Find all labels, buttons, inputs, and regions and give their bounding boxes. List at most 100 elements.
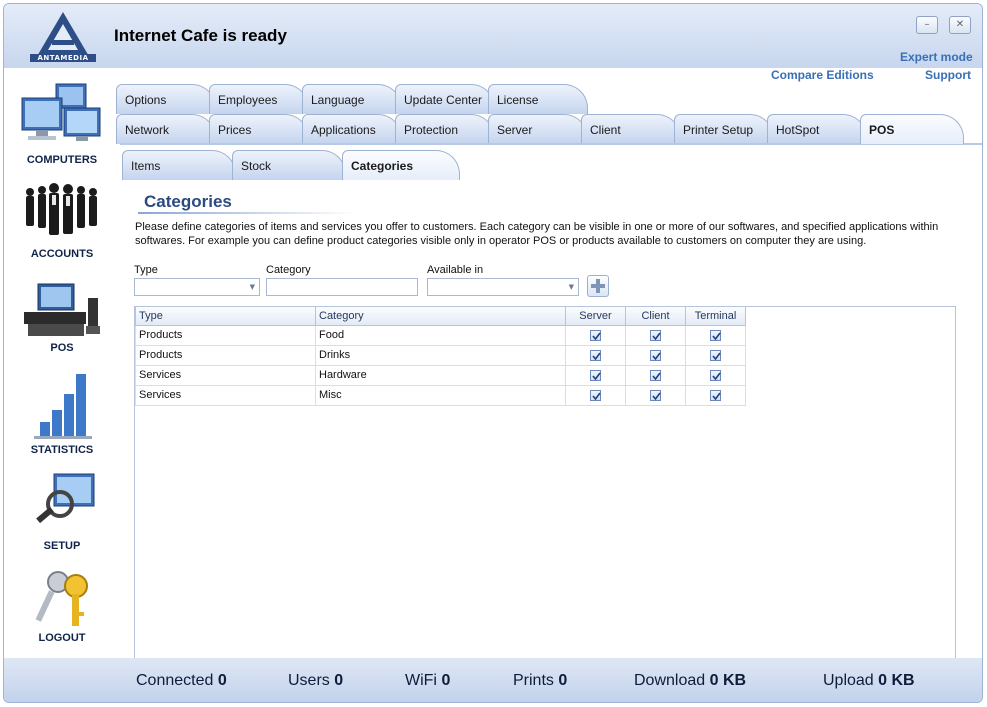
table-row[interactable]: Products Drinks <box>135 344 746 366</box>
check-icon <box>712 372 721 380</box>
available-in-dropdown[interactable]: ▼ <box>427 278 579 296</box>
sidebar-item-pos[interactable]: POS <box>4 282 120 354</box>
cell-client <box>625 384 686 406</box>
tab-client[interactable]: Client <box>581 114 681 144</box>
support-link[interactable]: Support <box>925 68 971 82</box>
sidebar-label-setup: SETUP <box>43 540 81 552</box>
server-checkbox[interactable] <box>590 389 601 401</box>
client-checkbox[interactable] <box>650 349 661 361</box>
subtab-items[interactable]: Items <box>122 150 236 180</box>
check-icon <box>592 372 601 380</box>
status-download-value: 0 KB <box>709 672 747 689</box>
app-window: ANTAMEDIA Internet Cafe is ready – ✕ Exp… <box>3 3 983 703</box>
tab-row-divider <box>120 143 982 145</box>
server-checkbox[interactable] <box>590 369 601 381</box>
table-row[interactable]: Services Hardware <box>135 364 746 386</box>
status-upload-value: 0 KB <box>878 672 915 689</box>
chevron-down-icon: ▼ <box>249 283 255 291</box>
subtab-stock[interactable]: Stock <box>232 150 346 180</box>
logo-text: ANTAMEDIA <box>30 54 96 62</box>
tab-protection[interactable]: Protection <box>395 114 495 144</box>
check-icon <box>652 352 661 360</box>
status-upload: Upload 0 KB <box>823 672 915 690</box>
tab-pos[interactable]: POS <box>860 114 964 144</box>
page-description: Please define categories of items and se… <box>135 221 939 247</box>
type-dropdown[interactable]: ▼ <box>134 278 260 296</box>
client-checkbox[interactable] <box>650 329 661 341</box>
plus-icon <box>591 279 605 293</box>
expert-mode-link[interactable]: Expert mode <box>900 50 973 64</box>
subtab-categories[interactable]: Categories <box>342 150 460 180</box>
status-prints-value: 0 <box>558 672 568 689</box>
status-prints-label: Prints <box>513 672 554 689</box>
sidebar-item-computers[interactable]: COMPUTERS <box>4 78 120 166</box>
sidebar: COMPUTERS ACCOUNTS POS STATISTICS SETUP … <box>4 68 120 658</box>
tab-server[interactable]: Server <box>488 114 588 144</box>
sidebar-item-accounts[interactable]: ACCOUNTS <box>4 180 120 260</box>
category-label: Category <box>266 264 311 276</box>
cell-terminal <box>685 364 746 386</box>
column-header-server[interactable]: Server <box>565 307 626 326</box>
terminal-checkbox[interactable] <box>710 329 721 341</box>
table-row[interactable]: Products Food <box>135 324 746 346</box>
categories-panel: Categories Please define categories of i… <box>120 180 982 660</box>
pos-icon <box>24 283 100 336</box>
check-icon <box>652 372 661 380</box>
tab-language[interactable]: Language <box>302 84 402 114</box>
client-checkbox[interactable] <box>650 369 661 381</box>
compare-editions-link[interactable]: Compare Editions <box>771 68 874 82</box>
table-row[interactable]: Services Misc <box>135 384 746 406</box>
available-in-label: Available in <box>427 264 484 276</box>
status-users: Users 0 <box>288 672 343 690</box>
cell-category: Hardware <box>315 364 566 386</box>
tab-hotspot[interactable]: HotSpot <box>767 114 867 144</box>
sidebar-item-logout[interactable]: LOGOUT <box>4 568 120 644</box>
tab-options[interactable]: Options <box>116 84 216 114</box>
check-icon <box>592 352 601 360</box>
tab-printer-setup[interactable]: Printer Setup <box>674 114 774 144</box>
client-checkbox[interactable] <box>650 389 661 401</box>
check-icon <box>592 332 601 340</box>
tab-applications[interactable]: Applications <box>302 114 402 144</box>
server-checkbox[interactable] <box>590 329 601 341</box>
add-category-button[interactable] <box>587 275 609 297</box>
terminal-checkbox[interactable] <box>710 369 721 381</box>
terminal-checkbox[interactable] <box>710 349 721 361</box>
chevron-down-icon: ▼ <box>568 283 574 291</box>
tab-employees[interactable]: Employees <box>209 84 309 114</box>
categories-grid: Type Category Server Client Terminal Pro… <box>134 306 956 660</box>
accounts-icon <box>26 183 97 235</box>
categories-table: Type Category Server Client Terminal Pro… <box>135 307 746 406</box>
cell-type: Products <box>135 324 316 346</box>
status-upload-label: Upload <box>823 672 874 689</box>
tab-license[interactable]: License <box>488 84 588 114</box>
minimize-button[interactable]: – <box>916 16 938 34</box>
status-wifi-value: 0 <box>441 672 451 689</box>
close-button[interactable]: ✕ <box>949 16 971 34</box>
status-download: Download 0 KB <box>634 672 746 690</box>
title-bar: ANTAMEDIA Internet Cafe is ready – ✕ Exp… <box>4 4 982 68</box>
cell-terminal <box>685 384 746 406</box>
tab-update-center[interactable]: Update Center <box>395 84 495 114</box>
column-header-type[interactable]: Type <box>135 307 316 326</box>
check-icon <box>592 392 601 400</box>
cell-terminal <box>685 344 746 366</box>
status-bar: Connected 0 Users 0 WiFi 0 Prints 0 Down… <box>4 658 982 702</box>
app-status-title: Internet Cafe is ready <box>114 26 287 45</box>
column-header-terminal[interactable]: Terminal <box>685 307 746 326</box>
terminal-checkbox[interactable] <box>710 389 721 401</box>
check-icon <box>712 352 721 360</box>
column-header-category[interactable]: Category <box>315 307 566 326</box>
tab-prices[interactable]: Prices <box>209 114 309 144</box>
sidebar-item-statistics[interactable]: STATISTICS <box>4 370 120 456</box>
server-checkbox[interactable] <box>590 349 601 361</box>
cell-type: Services <box>135 384 316 406</box>
cell-type: Products <box>135 344 316 366</box>
cell-client <box>625 364 686 386</box>
sidebar-item-setup[interactable]: SETUP <box>4 472 120 552</box>
status-users-label: Users <box>288 672 330 689</box>
tab-network[interactable]: Network <box>116 114 216 144</box>
category-input[interactable] <box>266 278 418 296</box>
column-header-client[interactable]: Client <box>625 307 686 326</box>
sidebar-label-accounts: ACCOUNTS <box>30 248 94 260</box>
